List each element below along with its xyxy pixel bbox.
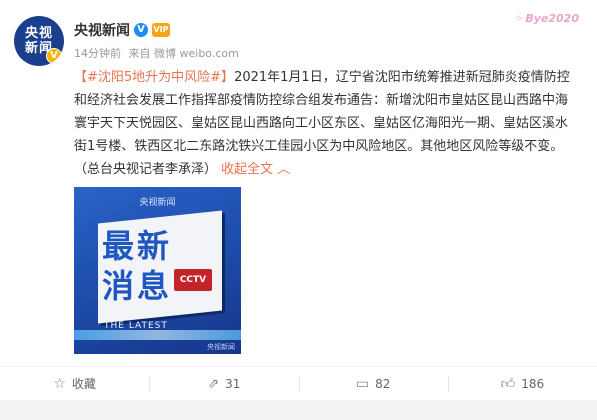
weibo-post-card: 央视 新闻 V 央视新闻 V VIP 14分钟前 来自 微博 weibo.com…	[0, 0, 597, 420]
repost-count: 31	[225, 376, 241, 391]
image-headline-line2: 消息	[102, 267, 173, 305]
favorite-button[interactable]: ☆ 收藏	[0, 367, 149, 400]
action-bar: ☆ 收藏 ⇗ 31 ▭ 82 👍︎ 186	[0, 367, 597, 400]
topic-link[interactable]: 【#沈阳5地升为中风险#】	[74, 70, 234, 85]
post-meta: 14分钟前 来自 微博 weibo.com	[74, 45, 243, 61]
comment-button[interactable]: ▭ 82	[298, 367, 448, 400]
repost-icon: ⇗	[207, 375, 220, 392]
comment-count: 82	[375, 376, 391, 391]
bye2020-decoration: ✧ Bye2020	[514, 12, 579, 25]
post-body: 2021年1月1日，辽宁省沈阳市统筹推进新冠肺炎疫情防控和经济社会发展工作指挥部…	[74, 70, 570, 177]
image-logo: 央视新闻	[139, 198, 176, 208]
avatar[interactable]: 央视 新闻 V	[14, 16, 64, 66]
bottom-gap	[0, 400, 597, 420]
user-name-row: 央视新闻 V VIP	[74, 20, 170, 40]
collapse-text-link[interactable]: 收起全文 ︿	[221, 162, 290, 177]
like-button[interactable]: 👍︎ 186	[447, 367, 597, 400]
cctv-logo: CCTV	[174, 269, 212, 291]
favorite-label: 收藏	[71, 377, 96, 391]
decoration-text: Bye2020	[525, 12, 579, 25]
thumbs-up-icon: 👍︎	[500, 376, 516, 392]
repost-button[interactable]: ⇗ 31	[149, 367, 298, 400]
image-watermark: 央视新闻	[207, 343, 235, 351]
verified-icon: V	[134, 23, 148, 37]
comment-icon: ▭	[355, 375, 370, 392]
avatar-verified-badge: V	[46, 48, 62, 64]
vip-icon[interactable]: VIP	[152, 23, 170, 37]
image-stripe	[74, 330, 241, 340]
avatar-text-line1: 央视	[24, 26, 53, 41]
post-image[interactable]: 央视新闻 最新 消息 CCTV THE LATEST 央视新闻	[74, 187, 241, 354]
like-count: 186	[521, 376, 545, 391]
sparkle-icon: ✧	[514, 12, 524, 25]
post-time[interactable]: 14分钟前	[74, 47, 121, 60]
user-name[interactable]: 央视新闻	[74, 20, 130, 40]
post-source: 来自 微博 weibo.com	[128, 47, 239, 60]
star-icon: ☆	[53, 375, 66, 392]
post-text: 【#沈阳5地升为中风险#】2021年1月1日，辽宁省沈阳市统筹推进新冠肺炎疫情防…	[74, 66, 574, 181]
